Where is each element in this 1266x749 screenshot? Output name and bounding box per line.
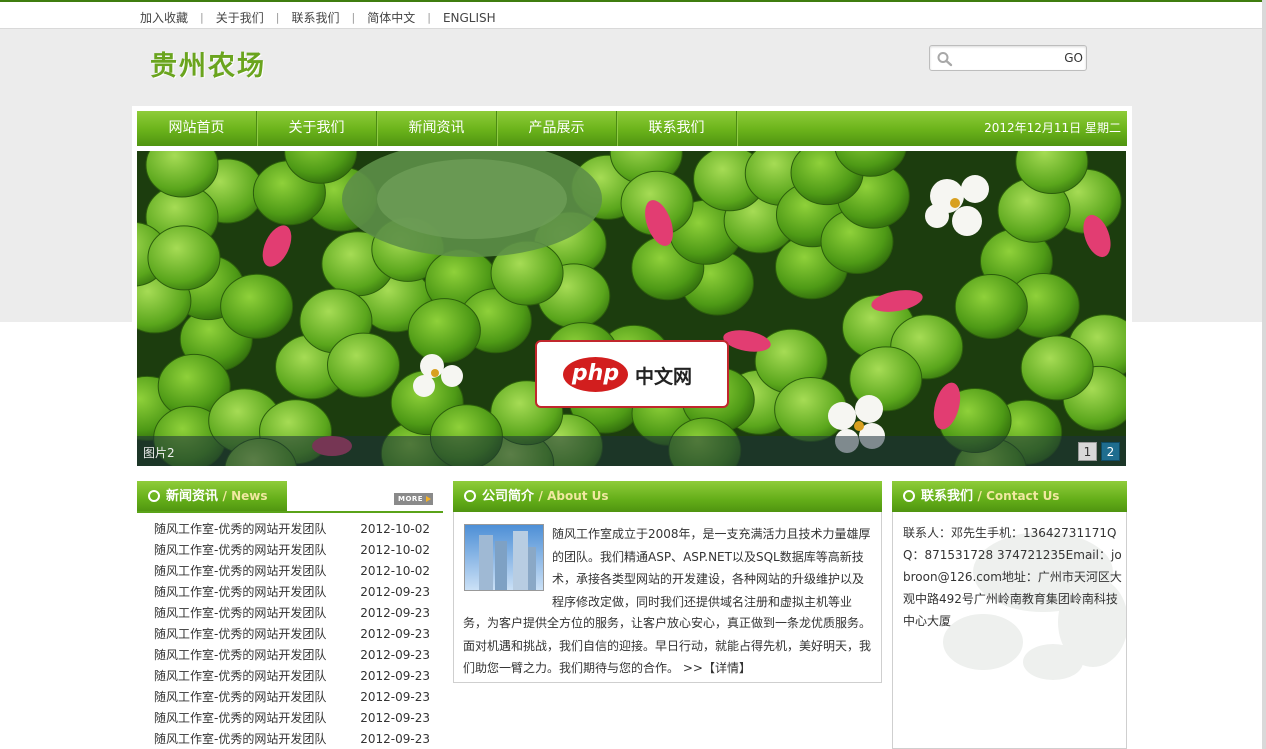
search-input[interactable] xyxy=(960,49,1060,67)
news-list-item[interactable]: 随风工作室-优秀的网站开发团队 2012-10-02 xyxy=(137,560,443,581)
news-list-item[interactable]: 随风工作室-优秀的网站开发团队 2012-09-23 xyxy=(137,686,443,707)
news-item-date: 2012-09-23 xyxy=(360,731,430,746)
news-list: 随风工作室-优秀的网站开发团队 2012-10-02 随风工作室-优秀的网站开发团队… xyxy=(137,518,443,749)
slide-page-1[interactable]: 1 xyxy=(1078,442,1097,461)
separator: | xyxy=(351,11,356,24)
php-logo-cn: 中文网 xyxy=(635,366,693,388)
contact-title: 联系我们 xyxy=(921,489,974,504)
news-item-date: 2012-09-23 xyxy=(360,710,430,725)
news-item-title[interactable]: 随风工作室-优秀的网站开发团队 xyxy=(137,604,326,621)
english-link[interactable]: ENGLISH xyxy=(443,11,496,25)
nav-item-news[interactable]: 新闻资讯 xyxy=(377,111,497,146)
circle-icon xyxy=(903,490,915,502)
news-item-date: 2012-09-23 xyxy=(360,689,430,704)
news-item-date: 2012-09-23 xyxy=(360,605,430,620)
news-list-item[interactable]: 随风工作室-优秀的网站开发团队 2012-09-23 xyxy=(137,707,443,728)
news-item-date: 2012-10-02 xyxy=(360,542,430,557)
about-text-top: 随风工作室成立于2008年，是一支充满活力且技术力量雄厚的团队。我们精通ASP、… xyxy=(552,527,871,609)
nav-item-contact[interactable]: 联系我们 xyxy=(617,111,737,146)
news-list-item[interactable]: 随风工作室-优秀的网站开发团队 2012-10-02 xyxy=(137,518,443,539)
about-text-bottom: 务，为客户提供全方位的服务，让客户放心安心，真正做到一条龙优质服务。面对机遇和挑… xyxy=(463,612,873,680)
news-item-title[interactable]: 随风工作室-优秀的网站开发团队 xyxy=(137,709,326,726)
separator: | xyxy=(275,11,280,24)
news-title-en: / News xyxy=(222,489,268,503)
banner-slideshow[interactable]: php 中文网 图片2 1 2 xyxy=(137,151,1126,466)
about-title: 公司简介 xyxy=(482,489,535,504)
news-item-title[interactable]: 随风工作室-优秀的网站开发团队 xyxy=(137,583,326,600)
news-item-title[interactable]: 随风工作室-优秀的网站开发团队 xyxy=(137,541,326,558)
contact-info: 联系人：邓先生手机：13642731171Q Q：871531728 37472… xyxy=(903,526,1122,628)
simplified-chinese-link[interactable]: 简体中文 xyxy=(367,9,415,26)
slide-caption: 图片2 xyxy=(143,446,175,460)
php-logo-text: php xyxy=(563,357,628,392)
window-scrollbar-edge xyxy=(1262,0,1266,749)
search-box: GO xyxy=(929,45,1087,71)
news-list-item[interactable]: 随风工作室-优秀的网站开发团队 2012-09-23 xyxy=(137,602,443,623)
news-item-title[interactable]: 随风工作室-优秀的网站开发团队 xyxy=(137,646,326,663)
nav-item-home[interactable]: 网站首页 xyxy=(137,111,257,146)
current-date: 2012年12月11日 星期二 xyxy=(984,121,1121,135)
news-section-header: 新闻资讯 / News xyxy=(137,481,287,512)
news-item-date: 2012-10-02 xyxy=(360,563,430,578)
contact-section-header: 联系我们 / Contact Us xyxy=(892,481,1127,512)
about-detail-link[interactable]: >>【详情】 xyxy=(683,661,751,675)
slide-pager: 1 2 xyxy=(1078,442,1120,461)
contact-us-link[interactable]: 联系我们 xyxy=(291,9,339,26)
circle-icon xyxy=(148,490,160,502)
clover-image xyxy=(137,151,1126,466)
news-item-date: 2012-10-02 xyxy=(360,521,430,536)
news-item-date: 2012-09-23 xyxy=(360,668,430,683)
circle-icon xyxy=(464,490,476,502)
php-watermark: php 中文网 xyxy=(535,340,729,408)
news-item-date: 2012-09-23 xyxy=(360,647,430,662)
add-favorite-link[interactable]: 加入收藏 xyxy=(140,9,188,26)
top-utility-bar: 加入收藏 | 关于我们 | 联系我们 | 简体中文 | ENGLISH xyxy=(0,0,1266,28)
contact-title-en: / Contact Us xyxy=(977,489,1060,503)
news-list-item[interactable]: 随风工作室-优秀的网站开发团队 2012-09-23 xyxy=(137,581,443,602)
news-list-item[interactable]: 随风工作室-优秀的网站开发团队 2012-09-23 xyxy=(137,665,443,686)
news-title: 新闻资讯 xyxy=(166,489,219,504)
utility-links: 加入收藏 | 关于我们 | 联系我们 | 简体中文 | ENGLISH xyxy=(140,9,496,26)
news-item-title[interactable]: 随风工作室-优秀的网站开发团队 xyxy=(137,625,326,642)
news-divider xyxy=(137,511,443,513)
news-list-item[interactable]: 随风工作室-优秀的网站开发团队 2012-09-23 xyxy=(137,728,443,749)
news-item-title[interactable]: 随风工作室-优秀的网站开发团队 xyxy=(137,730,326,747)
news-list-item[interactable]: 随风工作室-优秀的网站开发团队 2012-09-23 xyxy=(137,623,443,644)
search-icon xyxy=(936,51,954,67)
news-item-date: 2012-09-23 xyxy=(360,584,430,599)
news-list-item[interactable]: 随风工作室-优秀的网站开发团队 2012-09-23 xyxy=(137,644,443,665)
slide-caption-bar: 图片2 1 2 xyxy=(137,436,1126,466)
slide-page-2[interactable]: 2 xyxy=(1101,442,1120,461)
news-item-title[interactable]: 随风工作室-优秀的网站开发团队 xyxy=(137,688,326,705)
about-section-header: 公司简介 / About Us xyxy=(453,481,882,512)
search-go-button[interactable]: GO xyxy=(1064,51,1083,65)
news-item-title[interactable]: 随风工作室-优秀的网站开发团队 xyxy=(137,520,326,537)
nav-item-products[interactable]: 产品展示 xyxy=(497,111,617,146)
main-navigation: 网站首页 关于我们 新闻资讯 产品展示 联系我们 2012年12月11日 星期二 xyxy=(137,111,1127,146)
news-more-button[interactable]: MORE xyxy=(394,493,433,505)
about-us-link[interactable]: 关于我们 xyxy=(216,9,264,26)
separator: | xyxy=(200,11,204,24)
news-list-item[interactable]: 随风工作室-优秀的网站开发团队 2012-10-02 xyxy=(137,539,443,560)
news-item-title[interactable]: 随风工作室-优秀的网站开发团队 xyxy=(137,667,326,684)
separator: | xyxy=(427,11,431,24)
company-building-image xyxy=(464,524,544,591)
site-logo[interactable]: 贵州农场 xyxy=(150,44,266,83)
news-item-title[interactable]: 随风工作室-优秀的网站开发团队 xyxy=(137,562,326,579)
news-item-date: 2012-09-23 xyxy=(360,626,430,641)
nav-item-about[interactable]: 关于我们 xyxy=(257,111,377,146)
about-title-en: / About Us xyxy=(538,489,609,503)
about-text-continued: 务，为客户提供全方位的服务，让客户放心安心，真正做到一条龙优质服务。面对机遇和挑… xyxy=(463,616,872,675)
